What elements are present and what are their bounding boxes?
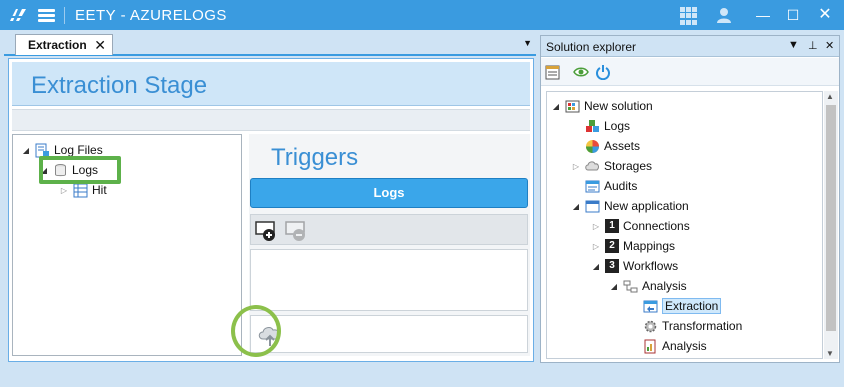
tree-item-audits[interactable]: Audits <box>585 177 637 195</box>
tree-item-label: Mappings <box>623 239 676 253</box>
expander-collapsed-icon[interactable]: ▷ <box>591 222 601 231</box>
log-files-tree: ◢ Log Files ◢ Logs ▷ Hit <box>12 134 242 356</box>
hamburger-menu-icon[interactable] <box>38 9 55 22</box>
tree-item-label: Hit <box>92 183 107 197</box>
tree-item-new-solution[interactable]: ◢ New solution <box>551 97 653 115</box>
tree-item-label: Audits <box>604 179 638 193</box>
application-window-icon <box>585 200 600 212</box>
solution-explorer-header: Solution explorer ▼ ⊥ ✕ <box>541 36 839 57</box>
annotation-highlight-box <box>39 156 121 184</box>
tree-item-transformation[interactable]: Transformation <box>643 317 742 335</box>
pin-icon[interactable]: ⊥ <box>808 39 818 52</box>
tab-label: Extraction <box>28 38 87 52</box>
tree-item-workflows[interactable]: ◢ 3 Workflows <box>591 257 678 275</box>
solution-explorer: Solution explorer ▼ ⊥ ✕ ◢ New solution L… <box>540 35 840 363</box>
tab-menu-dropdown-icon[interactable]: ▼ <box>523 38 532 48</box>
tree-item-label: Log Files <box>54 143 103 157</box>
step-number-badge: 3 <box>605 259 619 273</box>
triggers-footer <box>250 315 528 353</box>
tree-item-label: Extraction <box>662 298 722 314</box>
properties-icon[interactable] <box>545 64 561 80</box>
stage-title: Extraction Stage <box>31 72 208 99</box>
document-tabstrip: Extraction ✕ ▼ <box>4 34 536 56</box>
tree-item-label: Analysis <box>662 339 707 353</box>
add-trigger-icon[interactable] <box>255 220 277 242</box>
power-refresh-icon[interactable] <box>595 64 611 80</box>
tree-item-new-application[interactable]: ◢ New application <box>571 197 689 215</box>
tab-extraction[interactable]: Extraction ✕ <box>15 34 113 55</box>
status-bar <box>0 366 844 387</box>
panel-menu-dropdown-icon[interactable]: ▼ <box>788 39 799 51</box>
expander-expanded-icon[interactable]: ◢ <box>591 262 601 271</box>
tree-item-analysis[interactable]: Analysis <box>643 337 707 355</box>
selected-source-bar[interactable]: Logs <box>250 178 528 208</box>
title-divider <box>64 7 65 24</box>
user-icon[interactable] <box>715 6 733 24</box>
table-icon <box>73 183 88 197</box>
expander-collapsed-icon[interactable]: ▷ <box>59 186 69 195</box>
tree-item-label: Transformation <box>662 319 743 333</box>
expander-expanded-icon[interactable]: ◢ <box>21 146 31 155</box>
maximize-button[interactable]: ☐ <box>782 4 804 26</box>
tree-item-extraction[interactable]: Extraction <box>643 297 722 315</box>
expander-expanded-icon[interactable]: ◢ <box>571 202 581 211</box>
tree-item-label: Connections <box>623 219 690 233</box>
title-bar: EETY - AZURELOGS — ☐ ✕ <box>0 0 844 30</box>
tree-item-assets[interactable]: Assets <box>585 137 640 155</box>
gear-icon <box>644 320 657 332</box>
logs-blocks-icon <box>586 119 599 132</box>
scroll-down-icon[interactable]: ▼ <box>826 349 834 358</box>
tree-item-label: Storages <box>604 159 653 173</box>
cloud-storage-icon <box>585 160 599 170</box>
app-logo-icon <box>8 9 28 21</box>
tree-item-label: Logs <box>604 119 631 133</box>
tab-close-icon[interactable]: ✕ <box>94 37 106 54</box>
extraction-icon <box>643 300 658 312</box>
expander-expanded-icon[interactable]: ◢ <box>609 282 619 291</box>
scrollbar-thumb[interactable] <box>826 105 836 331</box>
color-wheel-icon <box>586 139 599 153</box>
show-eye-icon[interactable] <box>573 64 589 80</box>
expander-collapsed-icon[interactable]: ▷ <box>571 162 581 171</box>
tree-item-label: Assets <box>604 139 641 153</box>
triggers-list[interactable] <box>250 249 528 311</box>
stage-toolbar-band <box>12 109 530 131</box>
panel-close-icon[interactable]: ✕ <box>825 39 834 52</box>
tree-item-label: New solution <box>584 99 653 113</box>
solution-explorer-title: Solution explorer <box>546 40 637 54</box>
grid-apps-icon[interactable] <box>680 7 698 25</box>
solution-toolbar <box>541 58 839 86</box>
audit-report-icon <box>585 180 600 192</box>
tree-item-mappings[interactable]: ▷ 2 Mappings <box>591 237 675 255</box>
remove-trigger-icon[interactable] <box>285 220 307 242</box>
tree-item-analysis-workflow[interactable]: ◢ Analysis <box>609 277 687 295</box>
close-window-button[interactable]: ✕ <box>814 4 836 26</box>
tree-item-label: Analysis <box>642 279 687 293</box>
tree-item-storages[interactable]: ▷ Storages <box>571 157 652 175</box>
workflow-icon <box>623 280 638 292</box>
analysis-report-icon <box>644 339 656 353</box>
triggers-toolbar <box>250 214 528 245</box>
expander-collapsed-icon[interactable]: ▷ <box>591 242 601 251</box>
app-title: EETY - AZURELOGS <box>75 7 227 24</box>
tree-item-connections[interactable]: ▷ 1 Connections <box>591 217 690 235</box>
solution-icon <box>565 100 580 112</box>
tree-item-label: Workflows <box>623 259 679 273</box>
step-number-badge: 1 <box>605 219 619 233</box>
scroll-up-icon[interactable]: ▲ <box>826 92 834 101</box>
step-number-badge: 2 <box>605 239 619 253</box>
solution-tree-scrollbar[interactable]: ▲ ▼ <box>824 91 838 359</box>
minimize-button[interactable]: — <box>752 4 774 26</box>
expander-expanded-icon[interactable]: ◢ <box>551 102 561 111</box>
tree-item-label: New application <box>604 199 689 213</box>
document-pane: Extraction ✕ ▼ Extraction Stage ◢ Log Fi… <box>4 34 536 364</box>
triggers-title: Triggers <box>271 144 359 171</box>
triggers-panel: Triggers Logs <box>249 134 530 356</box>
stage-header: Extraction Stage <box>12 62 530 106</box>
tree-item-logs[interactable]: Logs <box>585 117 630 135</box>
solution-tree: ◢ New solution Logs Assets ▷ Storages Au… <box>546 91 823 359</box>
annotation-highlight-circle <box>231 305 281 357</box>
